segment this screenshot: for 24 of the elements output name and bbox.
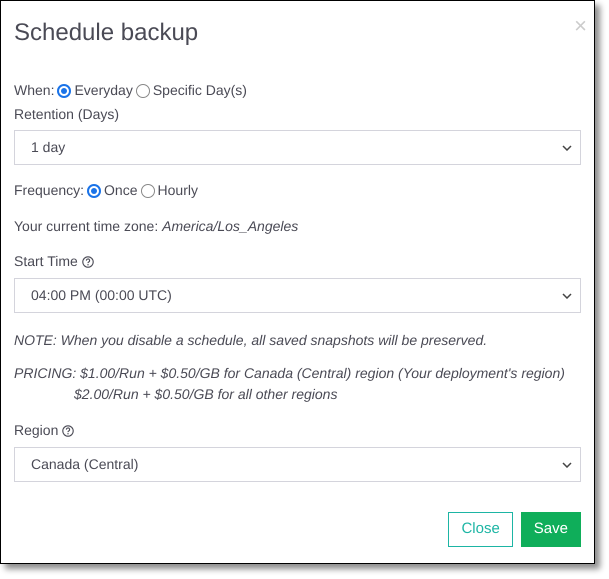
field-label: When: — [14, 81, 54, 100]
chevron-down-icon — [562, 144, 572, 150]
field-label: Region — [14, 421, 58, 440]
radio-button[interactable] — [57, 84, 72, 98]
field-label: Retention (Days) — [14, 105, 120, 124]
dialog-title: Schedule backup — [14, 18, 198, 48]
note-text: NOTE: When you disable a schedule, all saved snapshots will be preserved. — [14, 331, 488, 350]
radio-button[interactable] — [136, 84, 150, 98]
radio-option[interactable]: Specific Day(s) — [136, 80, 247, 101]
chevron-down-icon — [562, 462, 572, 468]
radio-option[interactable]: Hourly — [140, 180, 198, 201]
pricing-text: $2.00/Run + $0.50/GB for all other regions — [73, 385, 338, 404]
select-field[interactable]: 04:00 PM (00:00 UTC) — [14, 278, 581, 313]
radio-option[interactable]: Once — [87, 180, 138, 201]
radio-option[interactable]: Everyday — [57, 80, 133, 101]
timezone-text: Your current time zone: America/Los_Angeles — [14, 217, 300, 236]
field-label: Start Time — [14, 252, 78, 271]
select-field[interactable]: Canada (Central) — [14, 447, 581, 482]
chevron-down-icon — [562, 292, 572, 298]
radio-button[interactable] — [140, 184, 155, 198]
select-field[interactable]: 1 day — [14, 130, 581, 165]
field-label: Frequency: — [14, 181, 84, 200]
pricing-text: PRICING: $1.00/Run + $0.50/GB for Canada (Central) region (Your deployment's region) — [14, 364, 566, 383]
radio-button[interactable] — [87, 184, 102, 198]
